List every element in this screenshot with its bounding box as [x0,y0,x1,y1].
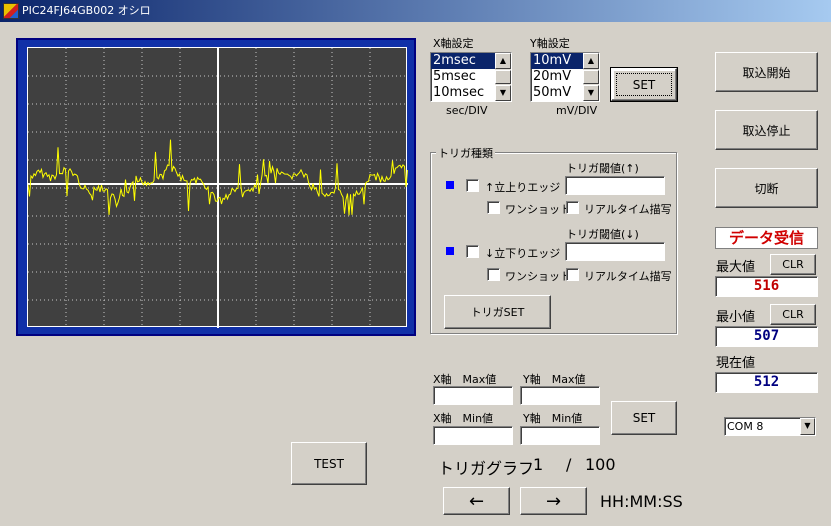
fall-threshold-input[interactable] [565,242,665,261]
scroll-thumb[interactable] [583,70,599,84]
x-axis-unit: sec/DIV [446,104,488,117]
current-label: 現在値 [716,356,756,371]
range-set-button[interactable]: SET [611,401,677,435]
status-badge: データ受信 [715,227,818,249]
min-clr-label: CLR [782,308,804,321]
window-title: PIC24FJ64GB002 オシロ [22,4,151,17]
scroll-up-icon[interactable]: ▲ [583,53,599,69]
rise-oneshot-checkbox[interactable] [487,201,500,214]
disconnect-button[interactable]: 切断 [715,168,818,208]
fall-threshold-label: トリガ閾値(↓) [566,228,639,241]
min-clr-button[interactable]: CLR [770,304,816,325]
rise-realtime-checkbox[interactable] [566,201,579,214]
fall-oneshot-checkbox[interactable] [487,268,500,281]
page-total: 100 [585,455,616,474]
x-max-label: X軸 Max値 [433,373,497,386]
x-min-label: X軸 Min値 [433,412,494,425]
y-min-input[interactable] [520,426,600,445]
y-axis-scrollbar[interactable]: ▲ ▼ [583,53,599,101]
max-clr-label: CLR [782,258,804,271]
y-axis-label: Y軸設定 [530,37,570,50]
y-min-label: Y軸 Min値 [523,412,583,425]
trigger-set-button[interactable]: トリガSET [444,295,551,329]
trigger-group-title: トリガ種類 [436,145,495,161]
test-label: TEST [314,456,344,471]
y-max-input[interactable] [520,386,600,405]
max-value: 516 [715,276,818,297]
axis-set-label: SET [632,77,656,92]
y-axis-listbox[interactable]: 10mV 20mV 50mV ▲ ▼ [530,52,600,102]
x-min-input[interactable] [433,426,513,445]
range-set-label: SET [632,411,656,425]
fall-realtime-checkbox[interactable] [566,268,579,281]
fall-realtime-label: リアルタイム描写 [584,270,672,283]
x-axis-label: X軸設定 [433,37,474,50]
max-clr-button[interactable]: CLR [770,254,816,275]
rise-realtime-label: リアルタイム描写 [584,203,672,216]
stop-capture-label: 取込停止 [742,123,791,138]
fall-indicator-icon [446,247,454,255]
disconnect-label: 切断 [754,181,779,196]
title-bar: PIC24FJ64GB002 オシロ [0,0,831,22]
arrow-left-icon: ← [468,490,485,512]
rise-threshold-input[interactable] [565,176,665,195]
x-max-input[interactable] [433,386,513,405]
test-button[interactable]: TEST [291,442,367,485]
trigger-set-label: トリガSET [470,306,525,319]
rise-edge-checkbox[interactable] [466,179,479,192]
x-axis-listbox[interactable]: 2msec 5msec 10msec ▲ ▼ [430,52,512,102]
min-label: 最小値 [716,310,756,325]
axis-set-button[interactable]: SET [610,67,678,102]
page-separator: / [566,455,572,474]
scroll-down-icon[interactable]: ▼ [495,85,511,101]
com-port-value: COM 8 [727,420,764,433]
page-current: 1 [533,455,544,474]
rise-indicator-icon [446,181,454,189]
fall-edge-checkbox[interactable] [466,245,479,258]
fall-oneshot-label: ワンショット [505,270,571,283]
trigger-graph-label: トリガグラフ [438,459,535,478]
rise-threshold-label: トリガ閾値(↑) [566,162,639,175]
app-icon [3,3,19,19]
start-capture-button[interactable]: 取込開始 [715,52,818,92]
scope-screen [27,47,408,328]
chevron-down-icon[interactable]: ▼ [800,418,815,435]
rise-edge-label: ↑立上りエッジ [485,181,561,194]
next-page-button[interactable]: → [520,487,587,515]
com-port-select[interactable]: COM 8 ▼ [724,417,816,436]
max-label: 最大値 [716,260,756,275]
current-value: 512 [715,372,818,393]
rise-oneshot-label: ワンショット [505,203,571,216]
fall-edge-label: ↓立下りエッジ [485,247,561,260]
y-max-label: Y軸 Max値 [523,373,586,386]
x-axis-scrollbar[interactable]: ▲ ▼ [495,53,511,101]
start-capture-label: 取込開始 [742,65,791,80]
scroll-up-icon[interactable]: ▲ [495,53,511,69]
min-value: 507 [715,326,818,347]
scroll-thumb[interactable] [495,70,511,84]
scope-plot [27,48,408,328]
y-axis-unit: mV/DIV [556,104,598,117]
time-label: HH:MM:SS [600,492,683,511]
arrow-right-icon: → [545,490,562,512]
scroll-down-icon[interactable]: ▼ [583,85,599,101]
stop-capture-button[interactable]: 取込停止 [715,110,818,150]
prev-page-button[interactable]: ← [443,487,510,515]
